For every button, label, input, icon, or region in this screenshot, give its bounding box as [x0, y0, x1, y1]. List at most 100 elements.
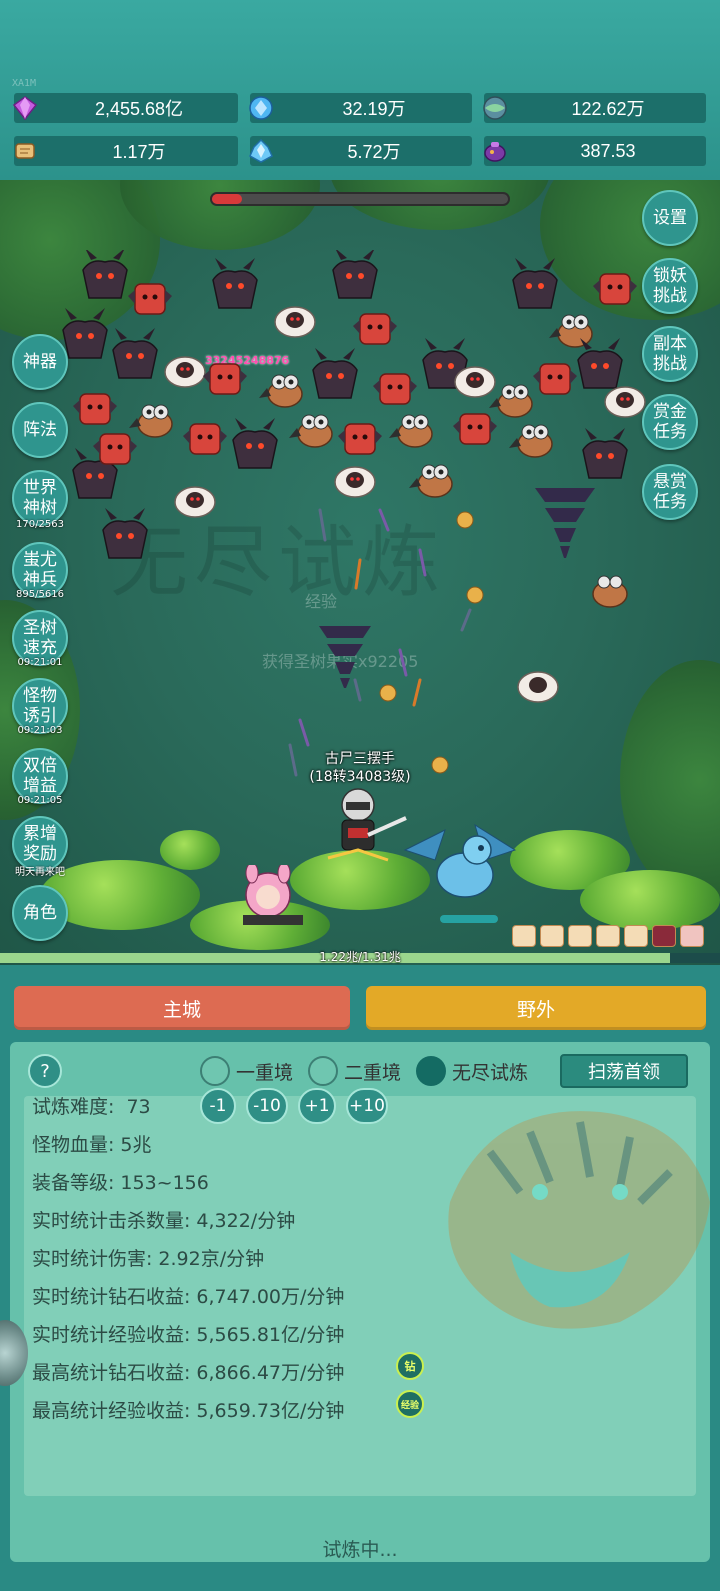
wild-tab[interactable]: 野外: [366, 986, 706, 1030]
stat-value: 4,322/分钟: [196, 1210, 296, 1232]
stat-value: 5,659.73亿/分钟: [196, 1400, 345, 1422]
buff-icon[interactable]: [512, 925, 536, 947]
exp-text: 1.22兆/1.31兆: [319, 950, 401, 964]
bush: [580, 870, 720, 930]
side-button-label: 神器: [23, 352, 57, 372]
pet-hp-bar: [440, 915, 498, 923]
side-button-label: 双倍增益: [23, 756, 57, 796]
settings-button[interactable]: 设置: [642, 190, 698, 246]
monster-lure-timer: 09:21:03: [17, 725, 63, 736]
stat-row: 装备等级: 153~156: [32, 1168, 209, 1195]
stat-value: 5,565.81亿/分钟: [196, 1324, 345, 1346]
bush: [160, 830, 220, 870]
side-button-label: 设置: [653, 208, 687, 228]
ice-crystal-icon: [246, 136, 276, 166]
buff-icon[interactable]: [624, 925, 648, 947]
difficulty-minus-10-button[interactable]: -10: [246, 1088, 288, 1124]
dungeon-challenge-button[interactable]: 副本挑战: [642, 326, 698, 382]
cumulative-reward-status: 明天再来吧: [15, 867, 65, 878]
side-button-label: 阵法: [23, 420, 57, 440]
help-button[interactable]: ?: [28, 1054, 62, 1088]
world-tree-progress: 170/2563: [16, 519, 64, 530]
buff-icon[interactable]: [652, 925, 676, 947]
stat-label: 实时统计击杀数量:: [32, 1210, 191, 1232]
difficulty-minus-1-button[interactable]: -1: [200, 1088, 236, 1124]
reward-task-button[interactable]: 悬赏任务: [642, 464, 698, 520]
tiger-illustration: [448, 1111, 710, 1329]
resource-crystal[interactable]: 32.19万: [249, 93, 472, 123]
mode-option-2[interactable]: 二重境: [308, 1056, 401, 1086]
side-button-label: 圣树速充: [23, 618, 57, 658]
resource-value: 387.53: [580, 140, 636, 161]
bounty-task-button[interactable]: 赏金任务: [642, 394, 698, 450]
difficulty-plus-10-button[interactable]: +10: [346, 1088, 388, 1124]
boss-hp-fill: [212, 194, 242, 204]
difficulty-row: 试炼难度: 73: [32, 1092, 151, 1119]
companion-character: [243, 865, 303, 925]
player-name: 古尸三摆手: [325, 751, 395, 767]
boss-hp-bar: [210, 192, 510, 206]
resource-header: XA1M 2,455.68亿 32.19万 122.62万 1.17万 5.72…: [0, 0, 720, 180]
character-button[interactable]: 角色: [12, 885, 68, 941]
stat-label: 试炼难度:: [32, 1096, 115, 1118]
side-button-label: 悬赏任务: [653, 472, 687, 512]
stat-value: 2.92京/分钟: [158, 1248, 265, 1270]
battlefield[interactable]: 无尽试炼 经验 获得圣树果实x92205 33245248876 古尸三摆手 (…: [0, 180, 720, 965]
resource-ice[interactable]: 5.72万: [249, 136, 472, 166]
artifact-button[interactable]: 神器: [12, 334, 68, 390]
stat-label: 装备等级:: [32, 1172, 115, 1194]
mode-option-1[interactable]: 一重境: [200, 1056, 293, 1086]
exp-badge-button[interactable]: 经验: [396, 1390, 424, 1418]
buff-icon[interactable]: [596, 925, 620, 947]
stat-value: 153~156: [120, 1172, 209, 1194]
buff-icon[interactable]: [568, 925, 592, 947]
stat-row: 实时统计击杀数量: 4,322/分钟: [32, 1206, 295, 1233]
difficulty-value: 73: [126, 1096, 151, 1118]
area-tabs: 主城 野外: [14, 986, 706, 1030]
demon-lock-challenge-button[interactable]: 锁妖挑战: [642, 258, 698, 314]
stat-row: 最高统计钻石收益: 6,866.47万/分钟: [32, 1358, 344, 1385]
globe-orb-icon: [480, 93, 510, 123]
stat-label: 实时统计伤害:: [32, 1248, 153, 1270]
buff-icon[interactable]: [680, 925, 704, 947]
resource-orb[interactable]: 122.62万: [483, 93, 706, 123]
scroll-icon: [10, 136, 40, 166]
radio-icon: [200, 1056, 230, 1086]
diamond-badge-button[interactable]: 钻: [396, 1352, 424, 1380]
resource-value: 5.72万: [347, 142, 401, 162]
buff-icon[interactable]: [540, 925, 564, 947]
world-tree-button[interactable]: 世界神树: [12, 470, 68, 526]
stat-label: 怪物血量:: [32, 1134, 115, 1156]
blue-crystal-icon: [246, 93, 276, 123]
stat-value: 6,747.00万/分钟: [196, 1286, 345, 1308]
vortex-effect: [535, 488, 595, 558]
resource-diamond[interactable]: 2,455.68亿: [12, 93, 238, 123]
sheep-monster: [517, 671, 559, 703]
stat-label: 最高统计钻石收益:: [32, 1362, 191, 1384]
main-city-tab[interactable]: 主城: [14, 986, 350, 1030]
resource-value: 32.19万: [342, 99, 406, 119]
side-button-label: 角色: [23, 903, 57, 923]
stat-value: 5兆: [120, 1134, 152, 1156]
stat-value: 6,866.47万/分钟: [196, 1362, 345, 1384]
stat-label: 实时统计钻石收益:: [32, 1286, 191, 1308]
radio-icon: [308, 1056, 338, 1086]
build-tag: XA1M: [12, 78, 37, 89]
stat-row: 实时统计经验收益: 5,565.81亿/分钟: [32, 1320, 344, 1347]
resource-scroll[interactable]: 1.17万: [14, 136, 238, 166]
tree-recharge-timer: 09:21:01: [17, 657, 63, 668]
formation-button[interactable]: 阵法: [12, 402, 68, 458]
dragon-pet: [403, 823, 517, 898]
stat-row: 最高统计经验收益: 5,659.73亿/分钟: [32, 1396, 344, 1423]
side-button-label: 世界神树: [23, 478, 57, 518]
resource-value: 2,455.68亿: [94, 99, 184, 119]
purple-pot-icon: [480, 136, 510, 166]
mode-label: 一重境: [236, 1061, 294, 1084]
side-button-label: 锁妖挑战: [653, 266, 687, 306]
difficulty-plus-1-button[interactable]: +1: [298, 1088, 336, 1124]
stat-label: 实时统计经验收益:: [32, 1324, 191, 1346]
stat-label: 最高统计经验收益:: [32, 1400, 191, 1422]
stat-row: 实时统计伤害: 2.92京/分钟: [32, 1244, 264, 1271]
resource-pot[interactable]: 387.53: [484, 136, 706, 166]
resource-value: 1.17万: [112, 142, 166, 162]
